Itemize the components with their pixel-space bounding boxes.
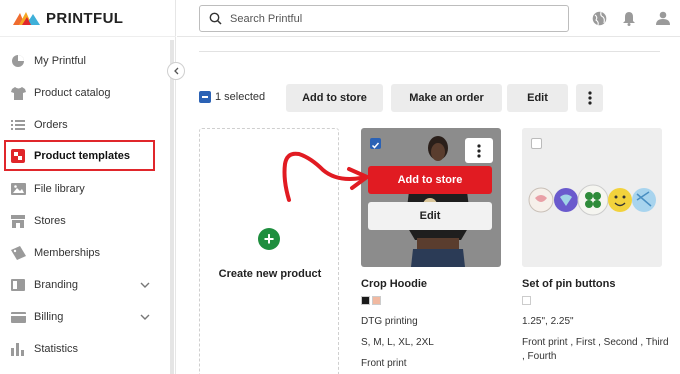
- sidebar-item-branding[interactable]: Branding: [10, 271, 156, 299]
- product-placement: Front print: [361, 358, 407, 369]
- app-root: PRINTFUL My Printful Product catalog Ord…: [0, 0, 680, 374]
- search-input[interactable]: [230, 12, 550, 25]
- sidebar-item-memberships[interactable]: Memberships: [10, 239, 156, 267]
- product-printing: DTG printing: [361, 316, 418, 327]
- bar-chart-icon: [10, 341, 26, 357]
- sidebar-item-label: Product templates: [34, 149, 130, 162]
- sidebar-item-stores[interactable]: Stores: [10, 207, 156, 235]
- card-edit-button[interactable]: Edit: [368, 202, 492, 230]
- store-icon: [10, 213, 26, 229]
- color-swatches: [522, 296, 531, 305]
- card-icon: [10, 309, 26, 325]
- collapse-sidebar-button[interactable]: [167, 62, 185, 80]
- sidebar-item-label: File library: [34, 183, 85, 195]
- user-avatar-icon[interactable]: [655, 10, 671, 26]
- annotation-arrow-icon: [282, 151, 369, 202]
- sidebar-item-label: Memberships: [34, 247, 101, 259]
- pie-chart-icon: [10, 53, 26, 69]
- product-title: Crop Hoodie: [361, 278, 427, 290]
- kebab-menu-icon: [587, 91, 592, 105]
- tshirt-icon: [10, 85, 26, 101]
- templates-icon: [10, 148, 26, 164]
- search-icon: [209, 12, 222, 25]
- globe-icon[interactable]: [591, 10, 607, 26]
- sidebar-scrollbar[interactable]: [170, 40, 174, 374]
- brand-name: PRINTFUL: [46, 9, 124, 27]
- sidebar-item-label: Billing: [34, 311, 64, 323]
- sidebar: PRINTFUL My Printful Product catalog Ord…: [0, 0, 176, 374]
- branding-icon: [10, 277, 26, 293]
- divider: [199, 51, 660, 52]
- sidebar-item-my-printful[interactable]: My Printful: [10, 47, 156, 75]
- selected-count: 1 selected: [215, 91, 266, 103]
- image-icon: [10, 181, 26, 197]
- sidebar-item-orders[interactable]: Orders: [10, 111, 156, 139]
- sidebar-item-label: Stores: [34, 215, 66, 227]
- sidebar-item-billing[interactable]: Billing: [10, 303, 156, 331]
- sidebar-item-statistics[interactable]: Statistics: [10, 335, 156, 363]
- chevron-left-icon: [174, 67, 179, 75]
- edit-button[interactable]: Edit: [507, 84, 568, 112]
- chevron-down-icon[interactable]: [140, 279, 150, 291]
- color-swatch-white: [522, 296, 531, 305]
- product-placement: Front print , First , Second , Third: [522, 337, 669, 348]
- divider: [0, 36, 176, 37]
- list-icon: [10, 117, 26, 133]
- sidebar-item-label: Statistics: [34, 343, 79, 355]
- sidebar-item-label: Orders: [34, 119, 68, 131]
- sidebar-item-label: My Printful: [34, 55, 86, 67]
- chevron-down-icon[interactable]: [140, 311, 150, 323]
- color-swatch-peach: [372, 296, 381, 305]
- kebab-menu-icon: [477, 143, 481, 158]
- product-placement-continued: , Fourth: [522, 351, 557, 362]
- card-add-to-store-button[interactable]: Add to store: [368, 166, 492, 194]
- top-header: [177, 0, 680, 37]
- pin-buttons-image: [522, 128, 662, 267]
- bell-icon[interactable]: [621, 10, 637, 26]
- color-swatch-black: [361, 296, 370, 305]
- product-title: Set of pin buttons: [522, 278, 616, 290]
- sidebar-item-label: Product catalog: [34, 87, 111, 99]
- sidebar-item-product-catalog[interactable]: Product catalog: [10, 79, 156, 107]
- plus-icon: +: [258, 228, 280, 250]
- bulk-actions-toolbar: 1 selected Add to store Make an order Ed…: [199, 84, 659, 112]
- product-image[interactable]: Add to store Edit: [361, 128, 501, 267]
- select-all-checkbox[interactable]: [199, 91, 211, 103]
- search-box[interactable]: [199, 5, 569, 32]
- tag-icon: [10, 245, 26, 261]
- product-select-checkbox[interactable]: [531, 138, 542, 149]
- create-new-product-label: Create new product: [218, 268, 322, 280]
- sidebar-item-file-library[interactable]: File library: [10, 175, 156, 203]
- brand-logo[interactable]: PRINTFUL: [13, 9, 124, 27]
- product-sizes: 1.25", 2.25": [522, 316, 574, 327]
- add-to-store-button[interactable]: Add to store: [286, 84, 383, 112]
- sidebar-item-label: Branding: [34, 279, 79, 291]
- product-image[interactable]: [522, 128, 662, 267]
- main-content: 1 selected Add to store Make an order Ed…: [177, 38, 680, 374]
- printful-logo-icon: [13, 12, 40, 25]
- make-an-order-button[interactable]: Make an order: [391, 84, 502, 112]
- product-sizes: S, M, L, XL, 2XL: [361, 337, 434, 348]
- more-options-button[interactable]: [576, 84, 603, 112]
- sidebar-item-product-templates[interactable]: Product templates: [4, 140, 155, 171]
- product-more-button[interactable]: [465, 138, 493, 163]
- color-swatches: [361, 296, 381, 305]
